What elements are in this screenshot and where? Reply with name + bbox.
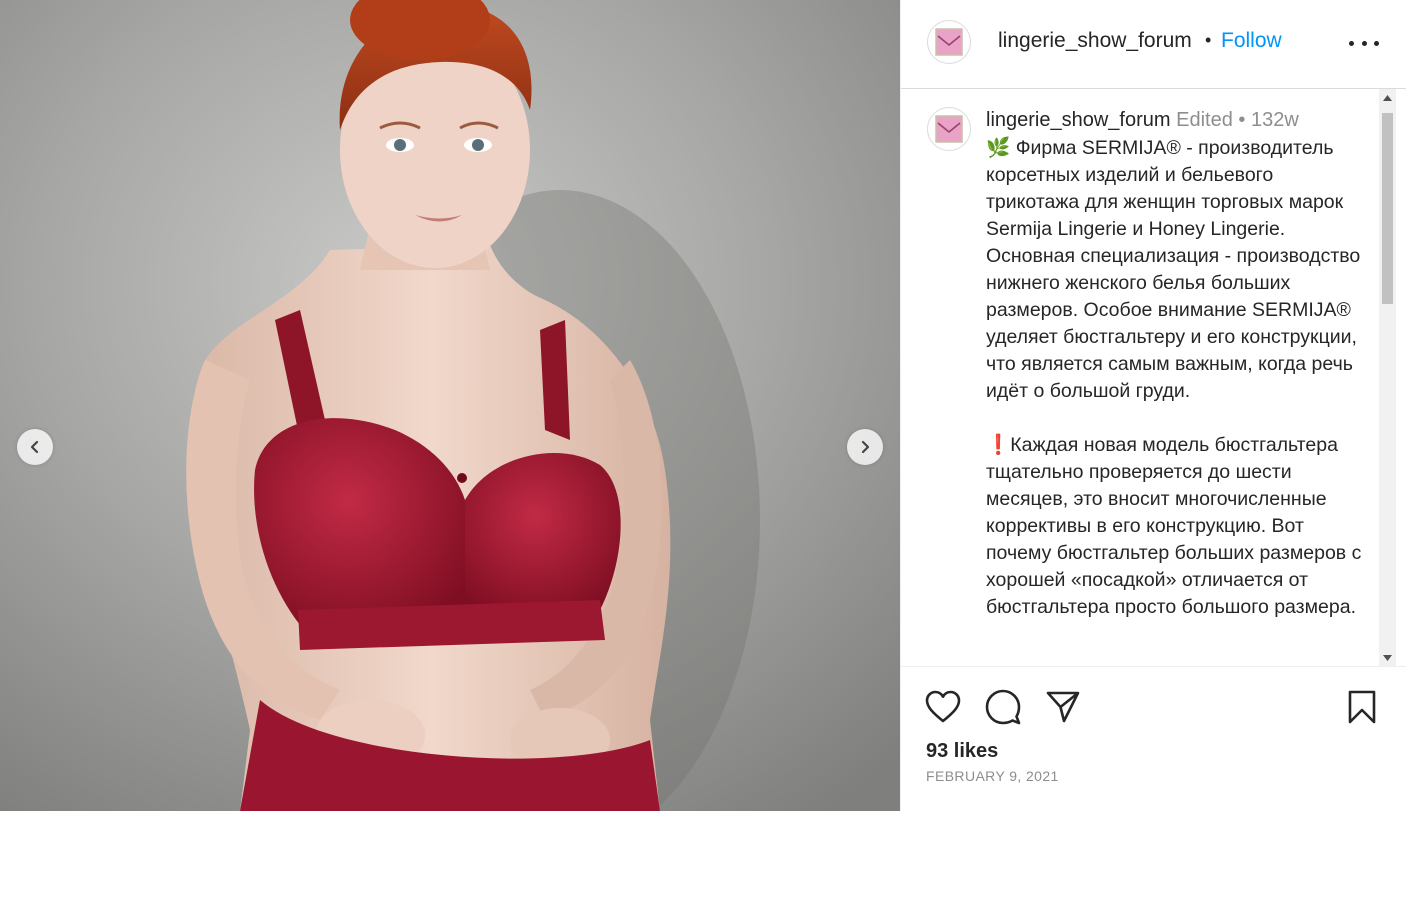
comment-icon — [985, 689, 1021, 725]
caption-text: 🌿 Фирма SERMIJA® - производитель корсетн… — [986, 137, 1362, 618]
edited-label: Edited — [1176, 109, 1233, 131]
caption-avatar[interactable] — [927, 107, 971, 151]
paper-plane-icon — [1046, 691, 1080, 723]
bookmark-icon — [1348, 690, 1376, 724]
post-header: lingerie_show_forum • Follow — [901, 0, 1406, 89]
follow-button[interactable]: Follow — [1221, 29, 1282, 53]
caption-scrollbar[interactable] — [1379, 89, 1396, 666]
save-button[interactable] — [1342, 687, 1382, 727]
separator-dot: • — [1238, 109, 1246, 131]
instagram-post: lingerie_show_forum • Follow lingerie_sh… — [0, 0, 1406, 811]
envelope-logo-icon — [935, 115, 963, 143]
like-button[interactable] — [923, 687, 963, 727]
more-options-icon[interactable] — [1349, 30, 1379, 56]
post-date[interactable]: FEBRUARY 9, 2021 — [926, 768, 1059, 784]
scroll-up-button[interactable] — [1379, 89, 1396, 106]
scrollbar-thumb[interactable] — [1382, 113, 1393, 304]
post-photo — [0, 0, 900, 811]
chevron-right-icon — [861, 440, 870, 454]
post-author-username[interactable]: lingerie_show_forum — [998, 29, 1192, 53]
caption-username[interactable]: lingerie_show_forum — [986, 109, 1171, 131]
avatar[interactable] — [927, 20, 971, 64]
post-time-ago[interactable]: 132w — [1251, 109, 1299, 131]
comment-button[interactable] — [983, 687, 1023, 727]
post-actions: 93 likes FEBRUARY 9, 2021 — [901, 666, 1406, 812]
arrow-down-icon — [1383, 654, 1392, 661]
previous-image-button[interactable] — [17, 429, 53, 465]
heart-icon — [925, 690, 961, 723]
likes-count[interactable]: 93 likes — [926, 740, 998, 763]
caption-section: lingerie_show_forum Edited • 132w 🌿 Фирм… — [901, 89, 1406, 666]
post-side-panel: lingerie_show_forum • Follow lingerie_sh… — [900, 0, 1406, 811]
arrow-up-icon — [1383, 94, 1392, 101]
next-image-button[interactable] — [847, 429, 883, 465]
scroll-down-button[interactable] — [1379, 649, 1396, 666]
chevron-left-icon — [30, 440, 39, 454]
envelope-logo-icon — [935, 28, 963, 56]
share-button[interactable] — [1043, 687, 1083, 727]
separator-dot: • — [1205, 30, 1212, 50]
post-media[interactable] — [0, 0, 900, 811]
caption-meta: lingerie_show_forum Edited • 132w — [986, 109, 1299, 132]
